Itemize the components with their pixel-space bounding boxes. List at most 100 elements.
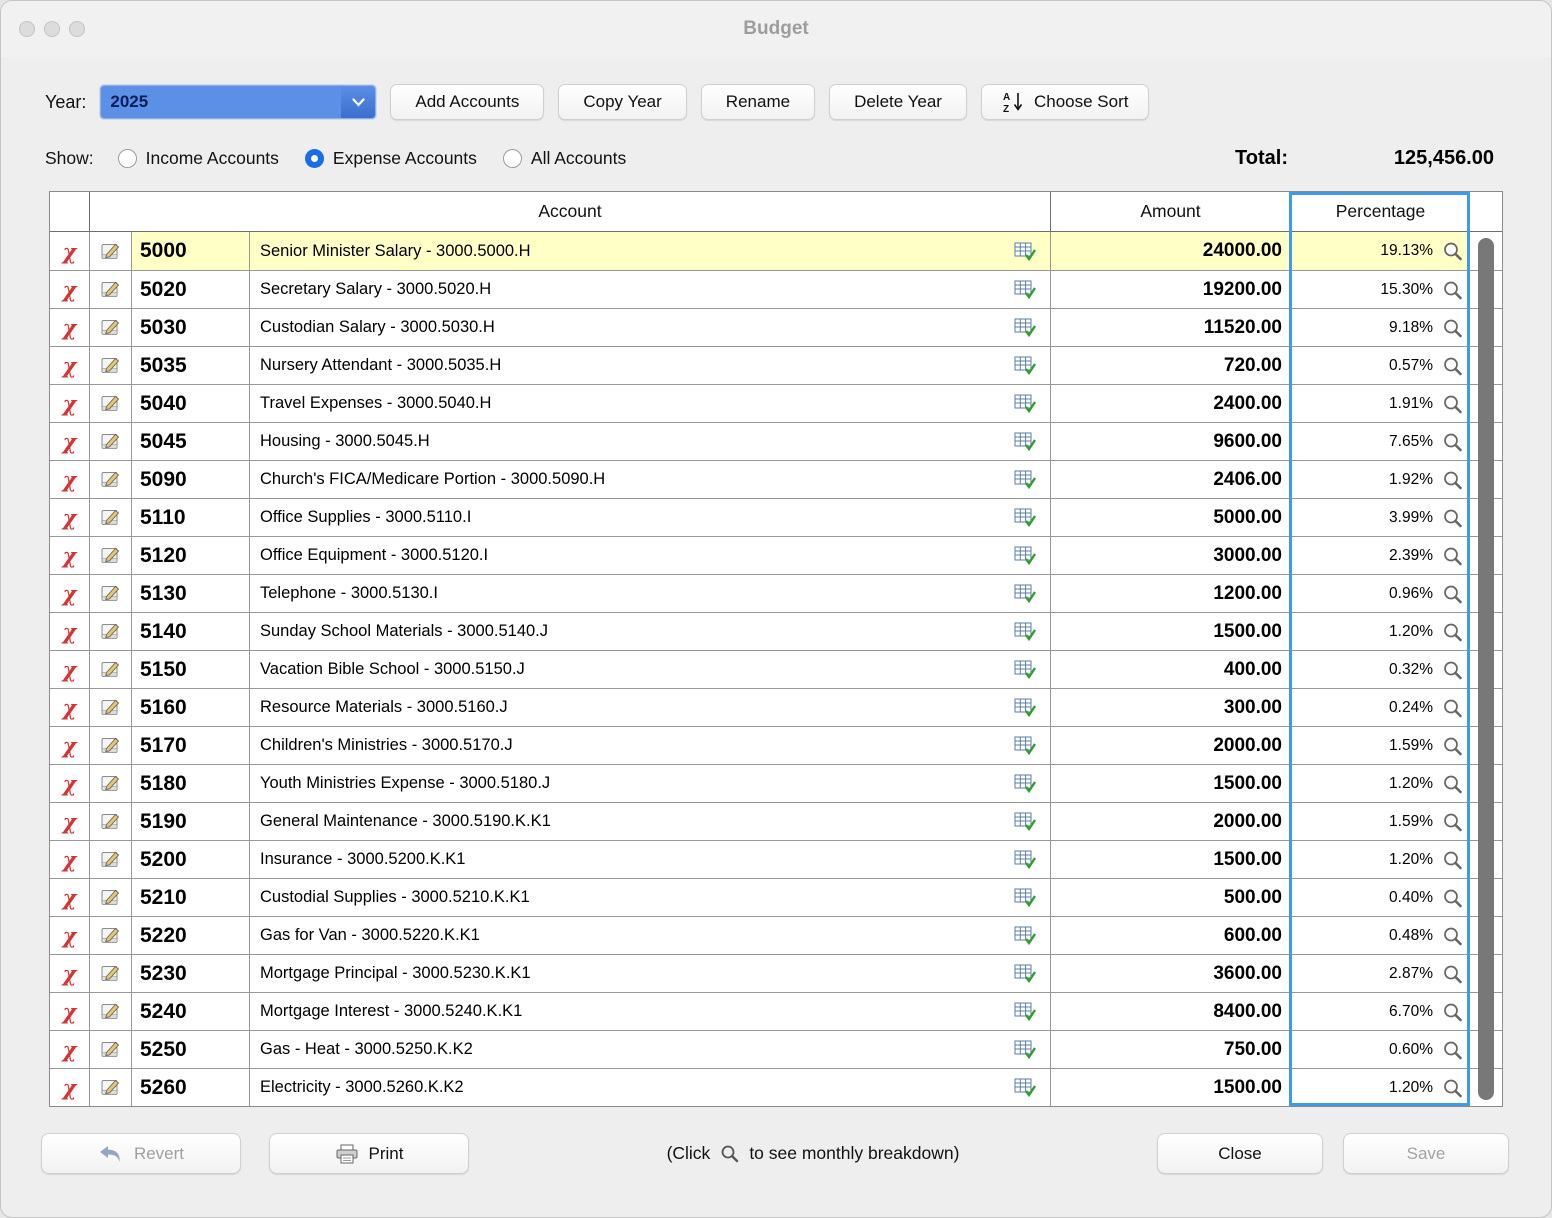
header-amount[interactable]: Amount (1051, 192, 1291, 231)
delete-icon[interactable]: χ (63, 811, 77, 832)
edit-icon[interactable] (101, 508, 121, 527)
account-name-cell[interactable]: Mortgage Interest - 3000.5240.K.K1 (250, 993, 1051, 1030)
edit-icon[interactable] (101, 1078, 121, 1097)
account-name-cell[interactable]: Housing - 3000.5045.H (250, 423, 1051, 460)
account-name-cell[interactable]: Church's FICA/Medicare Portion - 3000.50… (250, 461, 1051, 498)
choose-sort-button[interactable]: A Z Choose Sort (981, 84, 1150, 120)
delete-icon[interactable]: χ (63, 1001, 77, 1022)
delete-icon[interactable]: χ (63, 697, 77, 718)
delete-icon[interactable]: χ (63, 1039, 77, 1060)
amount-cell[interactable]: 9600.00 (1051, 423, 1291, 460)
magnifier-icon[interactable] (1442, 1002, 1463, 1022)
edit-icon[interactable] (101, 356, 121, 375)
amount-cell[interactable]: 720.00 (1051, 347, 1291, 384)
edit-cell[interactable] (90, 917, 132, 954)
amount-cell[interactable]: 8400.00 (1051, 993, 1291, 1030)
account-name-cell[interactable]: General Maintenance - 3000.5190.K.K1 (250, 803, 1051, 840)
amount-cell[interactable]: 11520.00 (1051, 309, 1291, 346)
edit-cell[interactable] (90, 689, 132, 726)
amount-cell[interactable]: 5000.00 (1051, 499, 1291, 536)
edit-icon[interactable] (101, 850, 121, 869)
magnifier-icon[interactable] (1442, 774, 1463, 794)
amount-cell[interactable]: 400.00 (1051, 651, 1291, 688)
edit-icon[interactable] (101, 1002, 121, 1021)
minimize-window-button[interactable] (44, 21, 60, 37)
delete-cell[interactable]: χ (50, 993, 90, 1030)
edit-icon[interactable] (101, 318, 121, 337)
delete-cell[interactable]: χ (50, 309, 90, 346)
account-name-cell[interactable]: Gas for Van - 3000.5220.K.K1 (250, 917, 1051, 954)
magnifier-icon[interactable] (1442, 508, 1463, 528)
magnifier-icon[interactable] (1442, 964, 1463, 984)
account-name-cell[interactable]: Insurance - 3000.5200.K.K1 (250, 841, 1051, 878)
edit-icon[interactable] (101, 432, 121, 451)
amount-cell[interactable]: 500.00 (1051, 879, 1291, 916)
delete-icon[interactable]: χ (63, 507, 77, 528)
amount-cell[interactable]: 300.00 (1051, 689, 1291, 726)
magnifier-icon[interactable] (1442, 736, 1463, 756)
amount-cell[interactable]: 1200.00 (1051, 575, 1291, 612)
delete-icon[interactable]: χ (63, 583, 77, 604)
edit-icon[interactable] (101, 470, 121, 489)
account-name-cell[interactable]: Mortgage Principal - 3000.5230.K.K1 (250, 955, 1051, 992)
magnifier-icon[interactable] (1442, 546, 1463, 566)
edit-cell[interactable] (90, 537, 132, 574)
delete-icon[interactable]: χ (63, 887, 77, 908)
magnifier-icon[interactable] (1442, 812, 1463, 832)
amount-cell[interactable]: 2400.00 (1051, 385, 1291, 422)
amount-cell[interactable]: 24000.00 (1051, 232, 1291, 270)
magnifier-icon[interactable] (1442, 394, 1463, 414)
delete-year-button[interactable]: Delete Year (829, 84, 967, 120)
edit-cell[interactable] (90, 955, 132, 992)
delete-cell[interactable]: χ (50, 955, 90, 992)
account-name-cell[interactable]: Custodian Salary - 3000.5030.H (250, 309, 1051, 346)
amount-cell[interactable]: 2000.00 (1051, 803, 1291, 840)
account-name-cell[interactable]: Office Supplies - 3000.5110.I (250, 499, 1051, 536)
vertical-scrollbar[interactable] (1478, 238, 1494, 1100)
close-window-button[interactable] (19, 21, 35, 37)
radio-expense-accounts[interactable]: Expense Accounts (305, 148, 477, 169)
edit-cell[interactable] (90, 347, 132, 384)
amount-cell[interactable]: 1500.00 (1051, 1069, 1291, 1106)
edit-cell[interactable] (90, 271, 132, 308)
edit-icon[interactable] (101, 812, 121, 831)
close-button[interactable]: Close (1157, 1133, 1323, 1174)
revert-button[interactable]: Revert (41, 1133, 241, 1174)
year-select[interactable]: 2025 (100, 85, 376, 119)
amount-cell[interactable]: 1500.00 (1051, 841, 1291, 878)
delete-cell[interactable]: χ (50, 765, 90, 802)
edit-icon[interactable] (101, 964, 121, 983)
delete-icon[interactable]: χ (63, 469, 77, 490)
delete-cell[interactable]: χ (50, 423, 90, 460)
radio-all-accounts[interactable]: All Accounts (503, 148, 626, 169)
edit-icon[interactable] (101, 394, 121, 413)
amount-cell[interactable]: 1500.00 (1051, 613, 1291, 650)
magnifier-icon[interactable] (1442, 432, 1463, 452)
rename-button[interactable]: Rename (701, 84, 815, 120)
edit-icon[interactable] (101, 584, 121, 603)
edit-cell[interactable] (90, 993, 132, 1030)
delete-icon[interactable]: χ (63, 621, 77, 642)
delete-cell[interactable]: χ (50, 689, 90, 726)
account-name-cell[interactable]: Office Equipment - 3000.5120.I (250, 537, 1051, 574)
amount-cell[interactable]: 3600.00 (1051, 955, 1291, 992)
delete-icon[interactable]: χ (63, 925, 77, 946)
save-button[interactable]: Save (1343, 1133, 1509, 1174)
delete-icon[interactable]: χ (63, 1077, 77, 1098)
amount-cell[interactable]: 19200.00 (1051, 271, 1291, 308)
edit-cell[interactable] (90, 879, 132, 916)
delete-cell[interactable]: χ (50, 727, 90, 764)
delete-icon[interactable]: χ (63, 659, 77, 680)
delete-cell[interactable]: χ (50, 347, 90, 384)
edit-cell[interactable] (90, 309, 132, 346)
amount-cell[interactable]: 2000.00 (1051, 727, 1291, 764)
account-name-cell[interactable]: Gas - Heat - 3000.5250.K.K2 (250, 1031, 1051, 1068)
delete-cell[interactable]: χ (50, 385, 90, 422)
amount-cell[interactable]: 600.00 (1051, 917, 1291, 954)
magnifier-icon[interactable] (1442, 584, 1463, 604)
magnifier-icon[interactable] (1442, 850, 1463, 870)
edit-cell[interactable] (90, 461, 132, 498)
delete-icon[interactable]: χ (63, 849, 77, 870)
delete-cell[interactable]: χ (50, 271, 90, 308)
account-name-cell[interactable]: Nursery Attendant - 3000.5035.H (250, 347, 1051, 384)
